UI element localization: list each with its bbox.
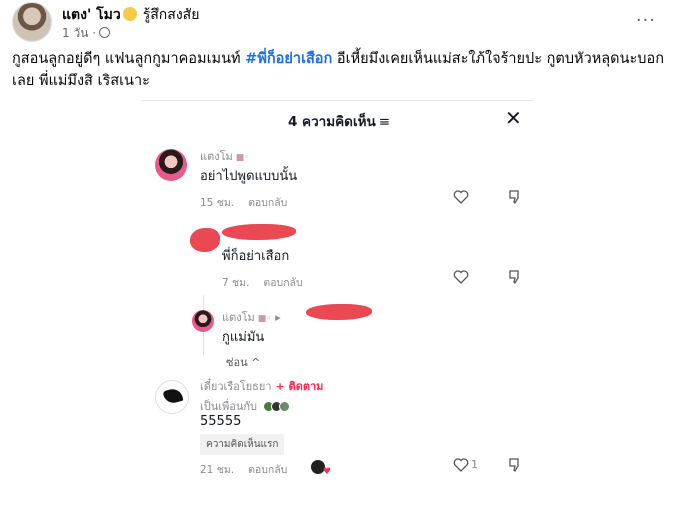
- dislike-icon: [509, 190, 519, 205]
- dislike-icon: [509, 270, 519, 285]
- post-header: แตง' โมว รู้สึกสงสัย 1 วัน · ···: [12, 0, 666, 46]
- comment-author: แตงโม ■◦: [200, 150, 250, 163]
- like-count: 1: [471, 458, 478, 471]
- redacted-avatar: [190, 228, 220, 252]
- filter-icon: ≡: [378, 114, 391, 130]
- divider: [142, 100, 534, 101]
- comment-meta: 7 ชม. ตอบกลับ: [222, 277, 303, 289]
- redacted-name: [222, 224, 296, 240]
- author-avatar[interactable]: [12, 2, 52, 42]
- close-icon: ✕: [505, 106, 522, 130]
- comment-text: กูแม่มัน: [222, 330, 265, 345]
- author-line: แตง' โมว รู้สึกสงสัย: [62, 4, 199, 26]
- friends-with: เป็นเพื่อนกับ: [200, 397, 290, 415]
- face-emoji-icon: [122, 7, 137, 21]
- heart-icon: [453, 190, 469, 204]
- heart-icon: [453, 270, 469, 284]
- comment-text: พี่ก็อย่าเสือก: [222, 249, 290, 264]
- heart-icon: [453, 458, 469, 472]
- commenter-avatar: [155, 380, 189, 414]
- redacted-reply-target: [306, 304, 372, 320]
- post-meta: 1 วัน ·: [62, 24, 111, 43]
- comment-text: 55555: [200, 414, 242, 429]
- globe-icon: [99, 27, 111, 38]
- post-time[interactable]: 1 วัน ·: [62, 26, 96, 40]
- comments-count-label: 4 ความคิดเห็น: [287, 114, 376, 130]
- post-text-part1: กูสอนลูกอยู่ดีๆ แฟนลูกกูมาคอมเมนท์: [12, 51, 246, 67]
- comment-meta: 21 ชม. ตอบกลับ: [200, 464, 288, 476]
- comment-meta: 15 ชม. ตอบกลับ: [200, 197, 288, 209]
- first-comment-badge: ความคิดเห็นแรก: [200, 434, 285, 455]
- creator-liked-icon: [311, 460, 331, 477]
- author-name[interactable]: แตง' โมว: [62, 7, 121, 23]
- feeling-text: รู้สึกสงสัย: [142, 7, 200, 23]
- hide-replies-link: ซ่อน ^: [226, 356, 261, 369]
- comments-title: 4 ความคิดเห็น ≡: [0, 110, 678, 132]
- hashtag-link[interactable]: #พี่ก็อย่าเสือก: [245, 51, 332, 67]
- comment-author: เดี๋ยวเรือโยธยา + ติดตาม: [200, 380, 324, 393]
- commenter-avatar: [192, 310, 214, 332]
- dislike-icon: [509, 458, 519, 473]
- comments-screenshot[interactable]: 4 ความคิดเห็น ≡ ✕ แตงโม ■◦ อย่าไปพูดแบบนั้…: [0, 100, 678, 529]
- post-text: กูสอนลูกอยู่ดีๆ แฟนลูกกูมาคอมเมนท์ #พี่ก…: [12, 48, 666, 92]
- comment-author: แตงโม ■◦ ▸: [222, 311, 281, 324]
- more-options-icon[interactable]: ···: [636, 10, 656, 31]
- commenter-avatar: [155, 149, 187, 181]
- comment-text: อย่าไปพูดแบบนั้น: [200, 169, 298, 184]
- follow-button: + ติดตาม: [275, 380, 324, 393]
